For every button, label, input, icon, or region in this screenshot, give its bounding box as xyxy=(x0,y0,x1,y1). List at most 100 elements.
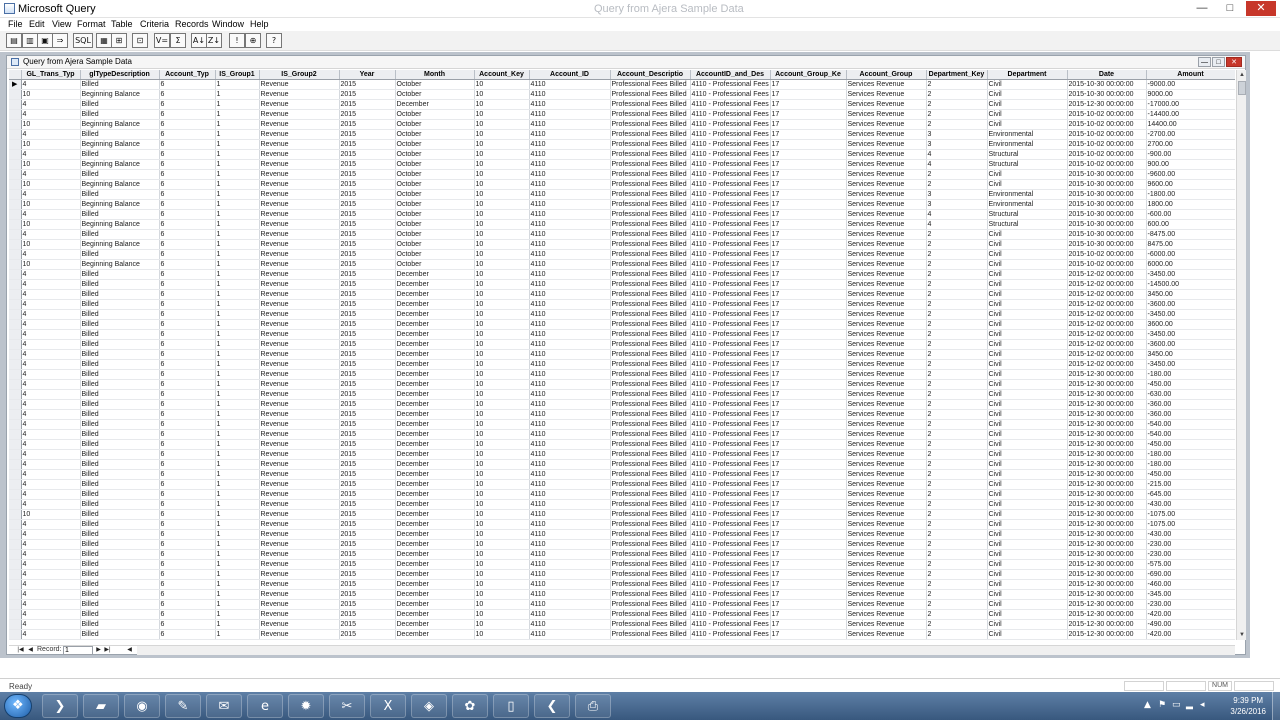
table-cell[interactable]: Billed xyxy=(80,349,160,360)
table-cell[interactable]: 17 xyxy=(770,629,847,640)
table-cell[interactable]: 17 xyxy=(770,539,847,550)
row-selector[interactable] xyxy=(9,639,22,640)
table-cell[interactable]: 4 xyxy=(21,419,81,430)
table-cell[interactable]: 4 xyxy=(21,319,81,330)
table-cell[interactable]: 4 xyxy=(21,449,81,460)
table-cell[interactable]: 4110 xyxy=(529,569,611,580)
view-sql-button[interactable]: SQL xyxy=(73,33,93,48)
table-cell[interactable]: 2015 xyxy=(339,579,396,590)
table-cell[interactable]: December xyxy=(395,609,475,620)
table-row[interactable]: 4Billed61Revenue2015December104110Profes… xyxy=(9,359,1235,370)
table-cell[interactable]: 17 xyxy=(770,439,847,450)
table-cell[interactable]: Revenue xyxy=(259,139,340,150)
table-cell[interactable]: Billed xyxy=(80,529,160,540)
table-cell[interactable]: 6 xyxy=(159,279,216,290)
table-row[interactable]: 4Billed61Revenue2015December104110Profes… xyxy=(9,499,1235,510)
table-cell[interactable]: 4110 xyxy=(529,299,611,310)
table-cell[interactable]: 4110 xyxy=(529,289,611,300)
table-cell[interactable]: Revenue xyxy=(259,289,340,300)
table-cell[interactable]: 1 xyxy=(215,79,260,90)
table-cell[interactable]: Services Revenue xyxy=(846,519,927,530)
table-cell[interactable]: 2015-12-30 00:00:00 xyxy=(1067,439,1147,450)
table-cell[interactable]: 4 xyxy=(21,529,81,540)
table-cell[interactable]: 6 xyxy=(159,159,216,170)
table-cell[interactable]: 1 xyxy=(215,539,260,550)
table-row[interactable]: 4Billed61Revenue2015December104110Profes… xyxy=(9,439,1235,450)
table-cell[interactable]: 2015 xyxy=(339,459,396,470)
table-cell[interactable]: Professional Fees Billed xyxy=(610,209,691,220)
column-header[interactable]: Year xyxy=(339,70,396,80)
table-cell[interactable]: December xyxy=(395,509,475,520)
table-cell[interactable]: 1 xyxy=(215,549,260,560)
table-cell[interactable]: 2015 xyxy=(339,509,396,520)
table-row[interactable]: 4Billed61Revenue2015December104110Profes… xyxy=(9,369,1235,380)
table-cell[interactable]: December xyxy=(395,589,475,600)
table-cell[interactable]: 6 xyxy=(159,209,216,220)
table-cell[interactable]: 6 xyxy=(159,219,216,230)
table-cell[interactable]: 10 xyxy=(474,99,530,110)
table-cell[interactable]: 17 xyxy=(770,239,847,250)
table-cell[interactable]: 2015 xyxy=(339,469,396,480)
table-cell[interactable]: 2 xyxy=(926,469,988,480)
table-cell[interactable]: -180.00 xyxy=(1146,369,1235,380)
table-cell[interactable]: Services Revenue xyxy=(846,549,927,560)
table-cell[interactable]: Professional Fees Billed xyxy=(610,329,691,340)
table-cell[interactable]: Professional Fees Billed xyxy=(610,79,691,90)
table-cell[interactable]: 2 xyxy=(926,329,988,340)
table-cell[interactable]: 1 xyxy=(215,259,260,270)
table-cell[interactable]: 10 xyxy=(474,509,530,520)
table-cell[interactable]: 4110 - Professional Fees xyxy=(690,599,771,610)
minimize-button[interactable]: — xyxy=(1190,1,1214,16)
table-cell[interactable]: 3 xyxy=(926,139,988,150)
table-row[interactable]: 4Billed61Revenue2015December104110Profes… xyxy=(9,339,1235,350)
table-cell[interactable]: Services Revenue xyxy=(846,169,927,180)
table-cell[interactable]: Services Revenue xyxy=(846,359,927,370)
table-cell[interactable]: 2015-12-30 00:00:00 xyxy=(1067,409,1147,420)
table-cell[interactable]: December xyxy=(395,399,475,410)
table-cell[interactable]: 2015 xyxy=(339,329,396,340)
table-cell[interactable]: Civil xyxy=(987,319,1068,330)
table-cell[interactable]: October xyxy=(395,219,475,230)
record-number-input[interactable]: 1 xyxy=(63,646,93,655)
table-row[interactable]: 4Billed61Revenue2015December104110Profes… xyxy=(9,579,1235,590)
table-cell[interactable]: 6 xyxy=(159,299,216,310)
table-cell[interactable]: 2 xyxy=(926,599,988,610)
table-cell[interactable]: 3 xyxy=(926,189,988,200)
table-cell[interactable]: Billed xyxy=(80,639,160,640)
table-cell[interactable]: Revenue xyxy=(259,439,340,450)
table-cell[interactable]: 6 xyxy=(159,459,216,470)
table-cell[interactable]: 2015-10-30 00:00:00 xyxy=(1067,179,1147,190)
table-cell[interactable]: December xyxy=(395,369,475,380)
table-cell[interactable]: Billed xyxy=(80,509,160,520)
table-cell[interactable]: 4110 xyxy=(529,329,611,340)
table-cell[interactable]: 1 xyxy=(215,469,260,480)
table-cell[interactable]: Beginning Balance xyxy=(80,259,160,270)
table-cell[interactable]: 2015-12-30 00:00:00 xyxy=(1067,379,1147,390)
table-cell[interactable]: 17 xyxy=(770,489,847,500)
table-cell[interactable]: Professional Fees Billed xyxy=(610,409,691,420)
table-cell[interactable]: Beginning Balance xyxy=(80,119,160,130)
table-cell[interactable]: 1 xyxy=(215,479,260,490)
table-cell[interactable]: Civil xyxy=(987,639,1068,640)
table-cell[interactable]: 17 xyxy=(770,389,847,400)
table-cell[interactable]: 10 xyxy=(21,199,81,210)
table-cell[interactable]: Revenue xyxy=(259,89,340,100)
table-cell[interactable]: 4110 xyxy=(529,219,611,230)
row-selector[interactable] xyxy=(9,589,22,600)
table-cell[interactable]: Civil xyxy=(987,439,1068,450)
table-cell[interactable]: 2015 xyxy=(339,309,396,320)
table-cell[interactable]: 4110 - Professional Fees xyxy=(690,239,771,250)
table-cell[interactable]: Civil xyxy=(987,79,1068,90)
table-cell[interactable]: Billed xyxy=(80,539,160,550)
table-cell[interactable]: 2015-12-30 00:00:00 xyxy=(1067,609,1147,620)
table-cell[interactable]: Services Revenue xyxy=(846,239,927,250)
table-cell[interactable]: Civil xyxy=(987,349,1068,360)
table-cell[interactable]: 4110 xyxy=(529,469,611,480)
table-cell[interactable]: 1 xyxy=(215,119,260,130)
table-cell[interactable]: Services Revenue xyxy=(846,199,927,210)
table-cell[interactable]: Services Revenue xyxy=(846,529,927,540)
table-cell[interactable]: Revenue xyxy=(259,409,340,420)
table-cell[interactable]: 4 xyxy=(21,639,81,640)
table-cell[interactable]: -450.00 xyxy=(1146,379,1235,390)
table-cell[interactable]: 4110 - Professional Fees xyxy=(690,639,771,640)
